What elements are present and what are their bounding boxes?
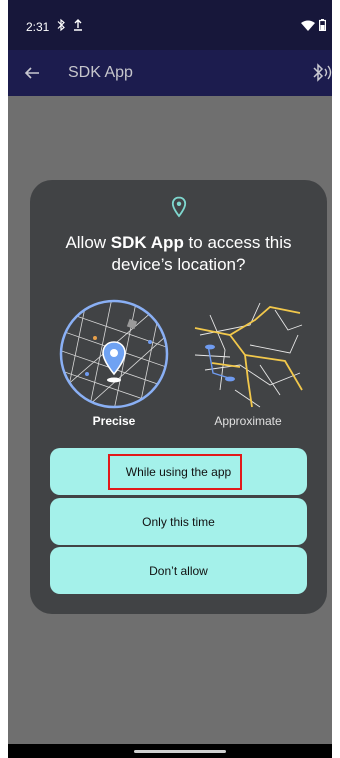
title-prefix: Allow [65, 233, 111, 252]
bluetooth-icon [57, 18, 65, 32]
title-app-name: SDK App [110, 233, 184, 252]
home-handle[interactable] [134, 750, 226, 753]
status-bar: 2:31 [8, 0, 332, 50]
bluetooth-connected-icon[interactable] [308, 60, 332, 86]
phone-screen: 2:31 SDK App Allow SDK App to access thi… [8, 0, 332, 758]
while-using-app-label: While using the app [125, 464, 232, 479]
wifi-icon [301, 20, 315, 31]
precise-option-label[interactable]: Precise [58, 414, 170, 428]
location-pin-icon [171, 196, 187, 218]
approximate-location-map[interactable] [190, 295, 306, 411]
upload-icon [74, 19, 82, 31]
battery-icon [319, 19, 326, 31]
navigation-bar [8, 744, 332, 758]
app-title: SDK App [68, 64, 133, 81]
dont-allow-label: Don’t allow [149, 563, 208, 578]
arrow-left-icon[interactable] [22, 63, 42, 83]
precise-location-map[interactable] [58, 298, 170, 410]
dialog-title: Allow SDK App to access this device’s lo… [40, 232, 317, 276]
location-permission-dialog: Allow SDK App to access this device’s lo… [30, 180, 327, 614]
only-this-time-label: Only this time [142, 514, 215, 529]
dont-allow-button[interactable]: Don’t allow [50, 547, 307, 594]
only-this-time-button[interactable]: Only this time [50, 498, 307, 545]
while-using-app-button[interactable]: While using the app [50, 448, 307, 495]
app-bar: SDK App [8, 50, 332, 96]
status-time: 2:31 [26, 20, 50, 34]
approximate-option-label[interactable]: Approximate [190, 414, 306, 428]
